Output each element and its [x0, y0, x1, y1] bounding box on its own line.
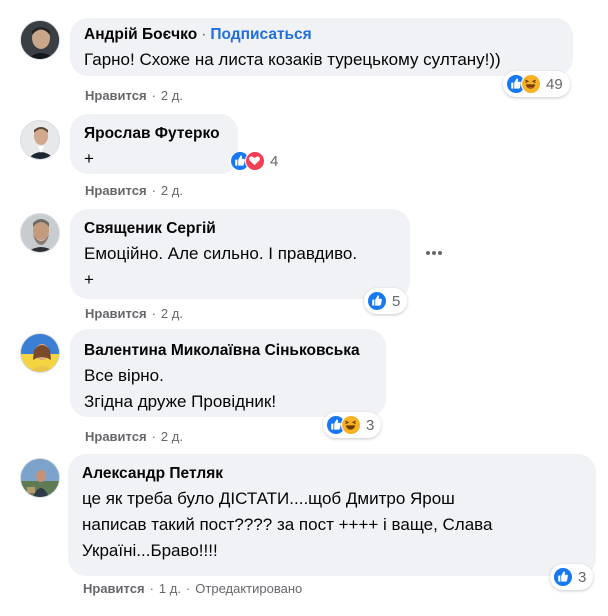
avatar[interactable] [20, 20, 60, 60]
avatar[interactable] [20, 213, 60, 253]
reaction-summary[interactable]: 3 [550, 564, 594, 590]
comment-text: + [84, 149, 94, 168]
comment-bubble: Андрій Боєчко · Подписаться Гарно! Схоже н… [70, 18, 573, 76]
comment-actions: Нравится · 2 д. [85, 183, 183, 198]
comment-bubble: Священик Сергій Емоційно. Але сильно. І … [70, 209, 410, 299]
comment-bubble: Александр Петляк це як треба було ДІСТАТ… [68, 454, 596, 576]
edited-label[interactable]: Отредактировано [195, 581, 302, 596]
comment-item: Валентина Миколаївна Сіньковська Все вір… [0, 325, 608, 450]
love-reaction-icon [245, 151, 265, 171]
like-link[interactable]: Нравится [85, 306, 147, 321]
comment-time[interactable]: 1 д. [159, 581, 181, 596]
comment-bubble: Валентина Миколаївна Сіньковська Все вір… [70, 329, 386, 417]
comment-author[interactable]: Ярослав Футерко [84, 124, 224, 144]
avatar[interactable] [20, 120, 60, 160]
reaction-summary[interactable]: 49 [503, 71, 570, 97]
reaction-summary[interactable]: 5 [364, 288, 408, 314]
follow-link[interactable]: Подписаться [210, 26, 311, 43]
comment-actions: Нравится · 2 д. [85, 88, 183, 103]
like-link[interactable]: Нравится [85, 429, 147, 444]
comment-text-line: Емоційно. Але сильно. І правдиво. [84, 244, 358, 263]
reaction-count: 4 [270, 152, 279, 170]
like-link[interactable]: Нравится [85, 88, 147, 103]
comment-item: Священик Сергій Емоційно. Але сильно. І … [0, 205, 608, 325]
reaction-count: 49 [546, 75, 563, 93]
more-horizontal-icon [426, 251, 442, 255]
comment-bubble: Ярослав Футерко + [70, 114, 238, 174]
comment-author[interactable]: Александр Петляк [82, 464, 582, 484]
comment-text-line: Все вірно. [84, 366, 164, 385]
comment-text: Гарно! Схоже на листа козаків турецькому… [84, 50, 501, 69]
comment-time[interactable]: 2 д. [161, 88, 183, 103]
comment-author[interactable]: Валентина Миколаївна Сіньковська [84, 341, 372, 361]
avatar[interactable] [20, 333, 60, 373]
comment-actions: Нравится · 1 д. · Отредактировано [83, 581, 303, 596]
comment-item: Александр Петляк це як треба було ДІСТАТ… [0, 450, 608, 616]
more-options-button[interactable] [420, 239, 448, 267]
comment-text-line: Згідна друже Провідник! [84, 392, 277, 411]
follow-separator: · [201, 26, 207, 43]
comment-author[interactable]: Священик Сергій [84, 219, 396, 239]
reaction-count: 5 [392, 292, 401, 310]
like-link[interactable]: Нравится [85, 183, 147, 198]
comment-time[interactable]: 2 д. [161, 429, 183, 444]
comment-author[interactable]: Андрій Боєчко [84, 26, 197, 43]
comment-actions: Нравится · 2 д. [85, 429, 183, 444]
haha-reaction-icon [521, 74, 541, 94]
like-reaction-icon [367, 291, 387, 311]
avatar[interactable] [20, 458, 60, 498]
comment-item: Ярослав Футерко + 4 Нравится · 2 д. [0, 110, 608, 205]
comment-text-line: написав такий пост???? за пост ++++ і ва… [82, 515, 493, 534]
comment-item: Андрій Боєчко · Подписаться Гарно! Схоже н… [0, 0, 608, 110]
reaction-count: 3 [366, 416, 375, 434]
comment-time[interactable]: 2 д. [161, 306, 183, 321]
comment-actions: Нравится · 2 д. [85, 306, 183, 321]
reaction-summary[interactable]: 3 [323, 412, 382, 438]
reaction-summary[interactable]: 4 [230, 148, 285, 174]
comment-text-line: Україні...Браво!!!! [82, 541, 218, 560]
comment-text-line: це як треба було ДІСТАТИ....щоб Дмитро Я… [82, 489, 455, 508]
comment-text-line: + [84, 270, 94, 289]
comment-time[interactable]: 2 д. [161, 183, 183, 198]
comment-author-line: Андрій Боєчко · Подписаться [84, 25, 559, 45]
like-reaction-icon [553, 567, 573, 587]
haha-reaction-icon [341, 415, 361, 435]
reaction-count: 3 [578, 568, 587, 586]
like-link[interactable]: Нравится [83, 581, 145, 596]
